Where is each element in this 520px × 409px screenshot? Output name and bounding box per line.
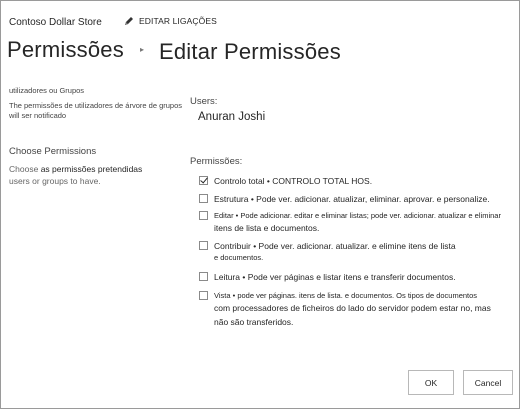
users-groups-desc-line1: The permissões de utilizadores de árvore… (9, 101, 183, 110)
permission-read-label: Leitura • Pode ver páginas e listar iten… (214, 272, 456, 282)
permission-edit[interactable]: Editar • Pode adicionar. editar e elimin… (199, 210, 501, 234)
permission-design-label: Estrutura • Pode ver. adicionar. atualiz… (214, 194, 490, 204)
choose-desc-line2: users or groups to have. (9, 176, 101, 186)
checkbox-contribute[interactable] (199, 241, 208, 250)
cancel-button[interactable]: Cancel (463, 370, 513, 395)
checkbox-design[interactable] (199, 194, 208, 203)
site-name[interactable]: Contoso Dollar Store (9, 17, 102, 28)
user-name: Anuran Joshi (198, 111, 266, 123)
permission-view[interactable]: Vista • pode ver páginas. itens de lista… (199, 290, 491, 329)
permission-read[interactable]: Leitura • Pode ver páginas e listar iten… (199, 271, 456, 283)
users-label: Users: (190, 96, 218, 107)
edit-links-button[interactable]: EDITAR LIGAÇÕES (124, 16, 217, 26)
permission-edit-label-line2: itens de lista e documentos. (214, 223, 320, 233)
pencil-icon (125, 17, 133, 25)
page-title: Editar Permissões (159, 39, 341, 64)
users-groups-desc-line2: will ser notificado (9, 111, 67, 120)
choose-permissions-desc: Choose as permissões pretendidas users o… (9, 163, 179, 187)
permission-edit-label-line1: Editar • Pode adicionar. editar e elimin… (214, 211, 501, 220)
permissions-label: Permissões: (190, 156, 243, 167)
permission-view-label-line3: não são transferidos. (214, 317, 294, 327)
choose-desc-prefix: Choose (9, 164, 39, 174)
permission-full-control[interactable]: Controlo total • CONTROLO TOTAL HOS. (199, 175, 372, 187)
permission-design[interactable]: Estrutura • Pode ver. adicionar. atualiz… (199, 193, 490, 205)
permission-contribute[interactable]: Contribuir • Pode ver. adicionar. atuali… (199, 240, 456, 264)
choose-permissions-heading: Choose Permissions (9, 146, 97, 157)
permission-contribute-label-line2: e documentos. (214, 253, 264, 262)
checkbox-edit[interactable] (199, 211, 208, 220)
ok-button[interactable]: OK (408, 370, 454, 395)
checkbox-full-control[interactable] (199, 176, 208, 185)
permission-full-control-label: Controlo total • CONTROLO TOTAL HOS. (214, 176, 373, 186)
permission-view-label-line2: com processadores de ficheiros do lado d… (214, 303, 491, 313)
breadcrumb-separator-icon: ▸ (140, 45, 145, 54)
checkbox-read[interactable] (199, 272, 208, 281)
choose-desc-strong: as permissões pretendidas (40, 164, 143, 174)
checkbox-view[interactable] (199, 291, 208, 300)
permission-view-label-line1: Vista • pode ver páginas. itens de lista… (214, 291, 478, 300)
edit-links-label: EDITAR LIGAÇÕES (139, 16, 217, 26)
users-groups-title: utilizadores ou Grupos (9, 86, 85, 95)
permission-contribute-label-line1: Contribuir • Pode ver. adicionar. atuali… (214, 241, 456, 251)
breadcrumb-root[interactable]: Permissões (7, 37, 124, 63)
